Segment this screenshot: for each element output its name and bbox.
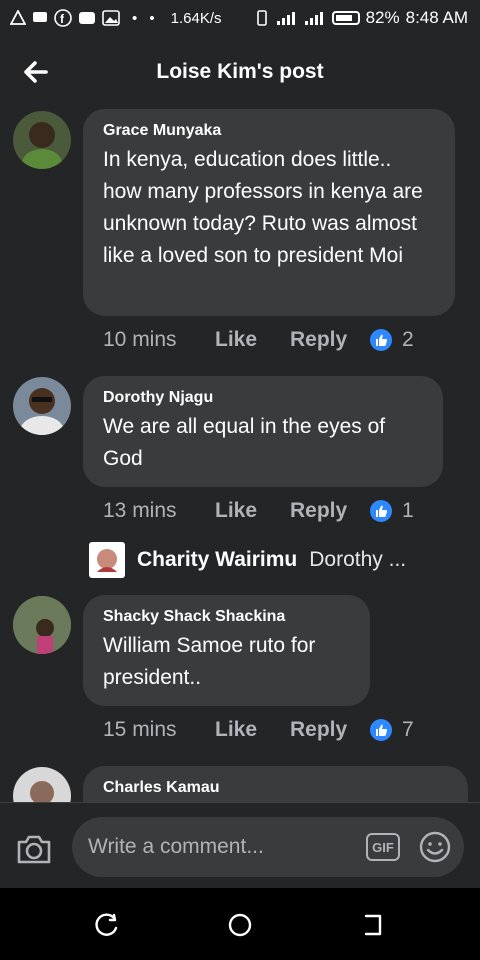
- comment-text: In kenya, education does little.. how ma…: [103, 148, 423, 267]
- system-nav-bar: [0, 888, 480, 960]
- reaction-summary[interactable]: 1: [370, 499, 414, 523]
- comment-input[interactable]: Write a comment... GIF: [72, 817, 464, 877]
- reply-snippet: Dorothy ...: [309, 548, 407, 571]
- app-header: Loise Kim's post: [0, 36, 480, 108]
- comment-text: William Samoe ruto for president..: [103, 634, 316, 689]
- game-icon: [79, 12, 95, 24]
- reply-button[interactable]: Reply: [290, 499, 370, 523]
- like-button[interactable]: Like: [215, 499, 290, 523]
- avatar[interactable]: [13, 377, 71, 435]
- camera-icon[interactable]: [14, 829, 54, 869]
- comment-author[interactable]: Grace Munyaka: [103, 122, 435, 140]
- notification-icons: f • • 1.64K/s: [10, 9, 222, 27]
- comment-time: 15 mins: [103, 718, 177, 741]
- clock: 8:48 AM: [405, 8, 468, 27]
- comment-author[interactable]: Charles Kamau: [103, 779, 448, 797]
- comment-actions: 15 mins Like Reply 7: [103, 718, 414, 742]
- signal-icon: [276, 12, 295, 25]
- avatar[interactable]: [13, 596, 71, 654]
- warning-icon: [10, 10, 26, 25]
- comment-actions: 10 mins Like Reply 2: [103, 328, 414, 352]
- avatar[interactable]: [13, 767, 71, 802]
- facebook-icon: f: [54, 9, 72, 27]
- comment-text: We are all equal in the eyes of God: [103, 415, 386, 470]
- comment-time: 13 mins: [103, 499, 177, 522]
- emoji-icon[interactable]: [418, 830, 452, 864]
- reply-button[interactable]: Reply: [290, 328, 370, 352]
- comment-composer: Write a comment... GIF: [0, 803, 480, 888]
- comment-time: 10 mins: [103, 328, 177, 351]
- more-dots-icon: • •: [132, 9, 159, 27]
- reply-preview[interactable]: Charity Wairimu Dorothy ...: [89, 542, 406, 578]
- image-icon: [102, 10, 120, 26]
- comment-bubble: Grace Munyaka In kenya, education does l…: [83, 109, 455, 316]
- avatar[interactable]: [89, 542, 125, 578]
- gif-button[interactable]: GIF: [366, 833, 400, 861]
- reaction-count: 1: [402, 499, 414, 522]
- comment-input-placeholder[interactable]: Write a comment...: [88, 835, 366, 859]
- comment-author[interactable]: Dorothy Njagu: [103, 389, 423, 407]
- network-speed: 1.64K/s: [170, 9, 222, 27]
- recent-apps-icon[interactable]: [92, 910, 122, 940]
- thumbs-up-icon: [370, 329, 392, 351]
- reaction-summary[interactable]: 2: [370, 328, 414, 352]
- reply-button[interactable]: Reply: [290, 718, 370, 742]
- status-bar: f • • 1.64K/s 82% 8:48 AM: [0, 0, 480, 36]
- reaction-count: 2: [402, 328, 414, 351]
- signal-icon-2: [304, 12, 323, 25]
- back-icon[interactable]: [358, 910, 388, 940]
- svg-text:f: f: [60, 12, 65, 26]
- home-icon[interactable]: [225, 910, 255, 940]
- like-button[interactable]: Like: [215, 328, 290, 352]
- battery-level: 82%: [365, 8, 400, 27]
- comment-author[interactable]: Shacky Shack Shackina: [103, 608, 350, 626]
- reaction-summary[interactable]: 7: [370, 718, 414, 742]
- vibrate-icon: [256, 10, 267, 26]
- comment-actions: 13 mins Like Reply 1: [103, 499, 414, 523]
- battery-icon: [331, 11, 360, 25]
- reaction-count: 7: [402, 718, 414, 741]
- message-icon: [33, 12, 47, 22]
- comment-bubble: Shacky Shack Shackina William Samoe ruto…: [83, 595, 370, 706]
- comment-bubble: Charles Kamau: [83, 766, 468, 802]
- comment-bubble: Dorothy Njagu We are all equal in the ey…: [83, 376, 443, 487]
- like-button[interactable]: Like: [215, 718, 290, 742]
- page-title: Loise Kim's post: [156, 60, 324, 83]
- avatar[interactable]: [13, 111, 71, 169]
- thumbs-up-icon: [370, 719, 392, 741]
- reply-author[interactable]: Charity Wairimu: [137, 548, 297, 572]
- thumbs-up-icon: [370, 500, 392, 522]
- comments-list[interactable]: Grace Munyaka In kenya, education does l…: [0, 108, 480, 802]
